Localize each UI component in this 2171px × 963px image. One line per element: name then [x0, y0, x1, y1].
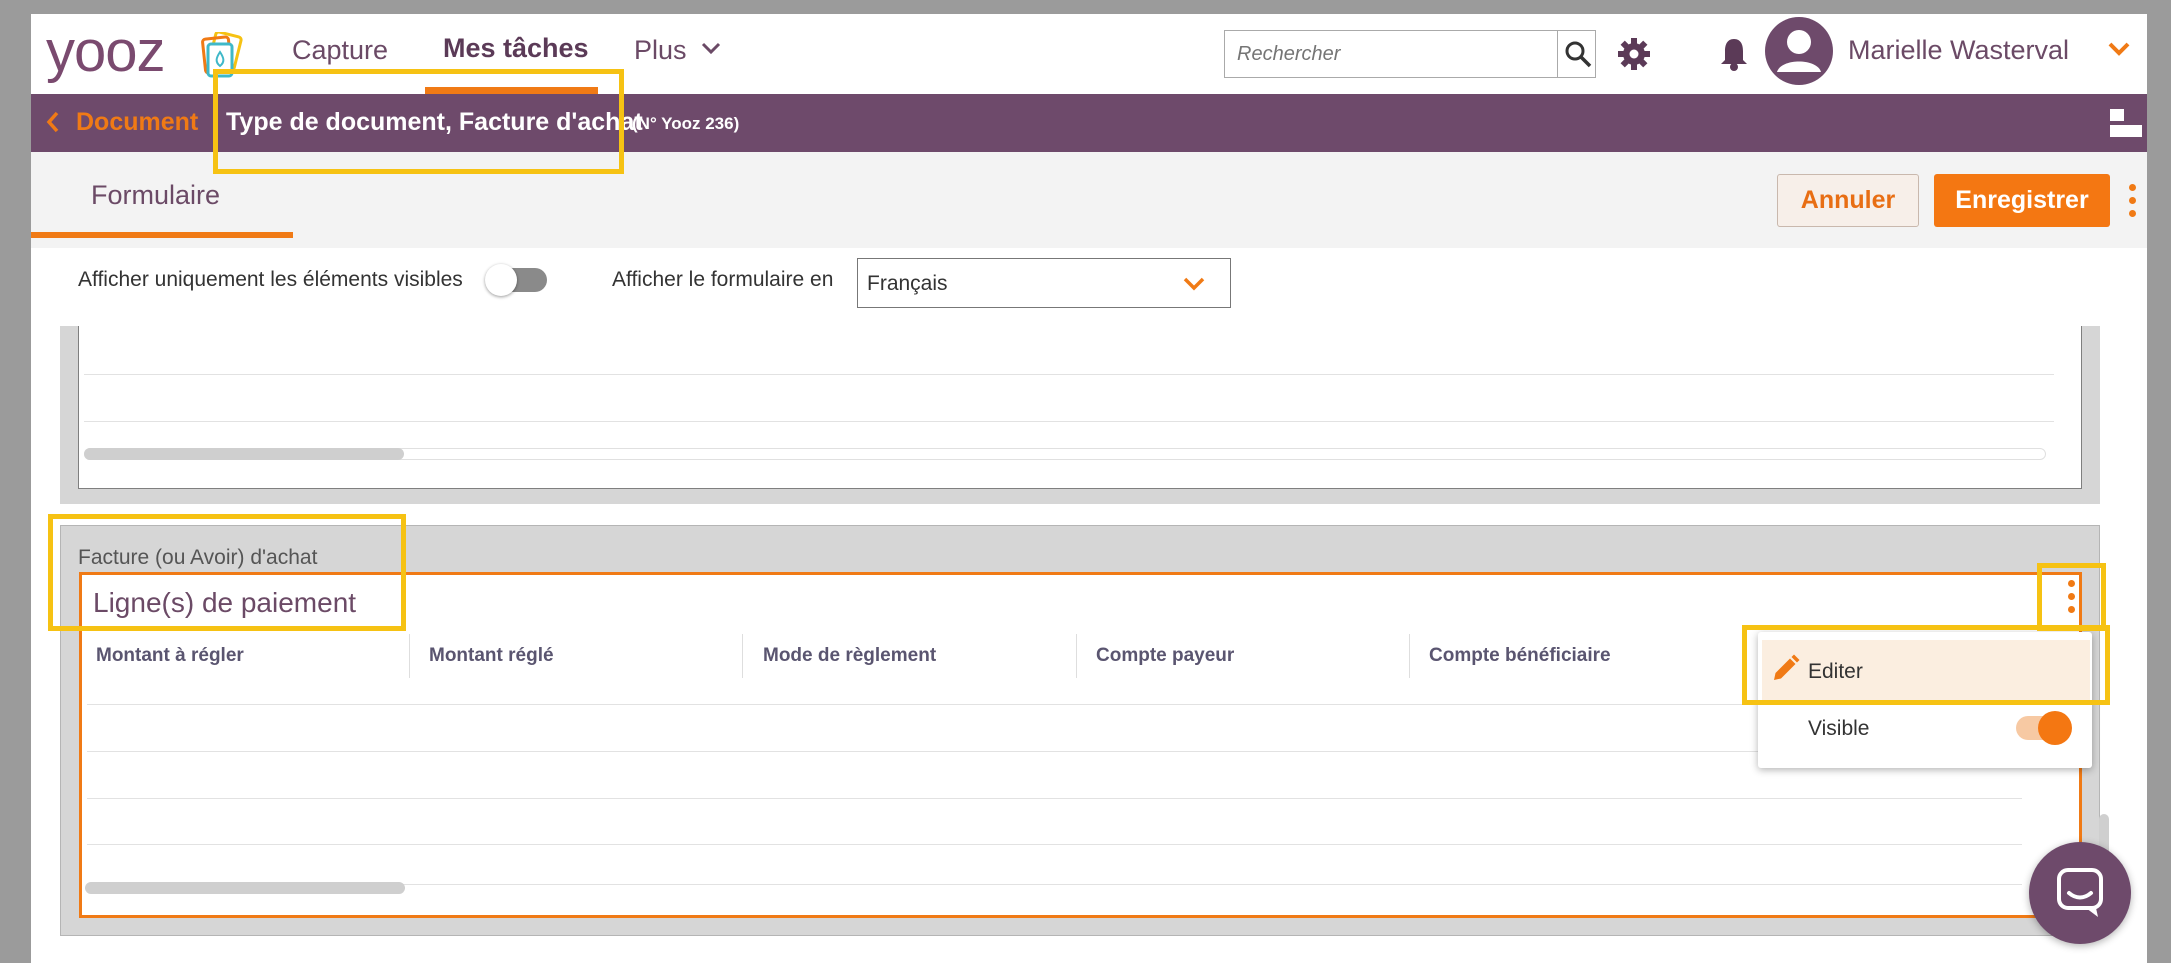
highlight-section-title — [48, 514, 406, 631]
language-label: Afficher le formulaire en — [612, 268, 834, 291]
gear-icon[interactable] — [1616, 36, 1652, 72]
nav-plus[interactable]: Plus — [634, 32, 687, 68]
table-row-divider — [84, 374, 2054, 375]
user-menu-chevron-icon[interactable] — [2108, 42, 2130, 56]
user-name[interactable]: Marielle Wasterval — [1848, 32, 2069, 68]
layout-icon[interactable] — [2108, 107, 2144, 139]
yooz-logo[interactable]: yooz — [46, 22, 166, 82]
highlight-editer — [1742, 625, 2110, 705]
tab-formulaire[interactable]: Formulaire — [91, 178, 220, 212]
search-button[interactable] — [1557, 31, 1596, 77]
upper-table — [78, 326, 2082, 489]
toolbar-kebab-icon[interactable] — [2129, 184, 2137, 218]
back-to-document-link[interactable]: Document — [76, 106, 198, 138]
table-row-divider — [84, 421, 2054, 422]
highlight-document-title — [213, 69, 624, 174]
chevron-left-icon[interactable] — [46, 111, 60, 133]
column-header[interactable]: Mode de règlement — [763, 643, 936, 669]
column-header[interactable]: Compte payeur — [1096, 643, 1234, 669]
visible-toggle[interactable] — [2016, 711, 2072, 745]
nav-mes-taches[interactable]: Mes tâches — [443, 30, 589, 66]
cancel-button[interactable]: Annuler — [1777, 174, 1919, 227]
table-row-divider — [87, 751, 2022, 752]
scrollbar-thumb[interactable] — [85, 882, 405, 894]
table-row-divider — [87, 844, 2022, 845]
visible-only-label: Afficher uniquement les éléments visible… — [78, 268, 463, 291]
save-button[interactable]: Enregistrer — [1934, 174, 2110, 227]
document-number: (N° Yooz 236) — [632, 114, 740, 133]
language-select-value: Français — [867, 272, 948, 295]
menu-item-visible-label: Visible — [1808, 717, 1870, 740]
search-input[interactable] — [1225, 31, 1557, 77]
column-divider — [1076, 634, 1077, 678]
column-divider — [1409, 634, 1410, 678]
scrollbar-thumb[interactable] — [84, 448, 404, 460]
horizontal-scrollbar[interactable] — [84, 448, 2046, 460]
search-icon — [1565, 41, 1592, 68]
column-header[interactable]: Compte bénéficiaire — [1429, 643, 1611, 669]
chat-icon — [2057, 868, 2103, 917]
user-avatar-icon[interactable] — [1764, 16, 1834, 86]
column-header[interactable]: Montant réglé — [429, 643, 554, 669]
chat-launcher[interactable] — [2029, 842, 2131, 944]
app-window: yooz Capture Mes tâches Plus Rechercher … — [31, 14, 2147, 963]
table-row-divider — [87, 798, 2022, 799]
table-row-divider — [87, 704, 2022, 705]
chevron-down-icon — [1183, 277, 1205, 291]
column-divider — [409, 634, 410, 678]
bell-icon[interactable] — [1719, 36, 1749, 72]
column-header[interactable]: Montant à régler — [96, 643, 244, 669]
language-select[interactable]: Français — [857, 258, 1231, 308]
nav-capture[interactable]: Capture — [292, 32, 388, 68]
visible-only-toggle[interactable] — [485, 264, 547, 296]
column-divider — [742, 634, 743, 678]
highlight-card-kebab — [2037, 563, 2106, 631]
tab-active-underline — [31, 232, 293, 238]
chevron-down-icon[interactable] — [701, 42, 721, 56]
search-box — [1224, 30, 1596, 78]
